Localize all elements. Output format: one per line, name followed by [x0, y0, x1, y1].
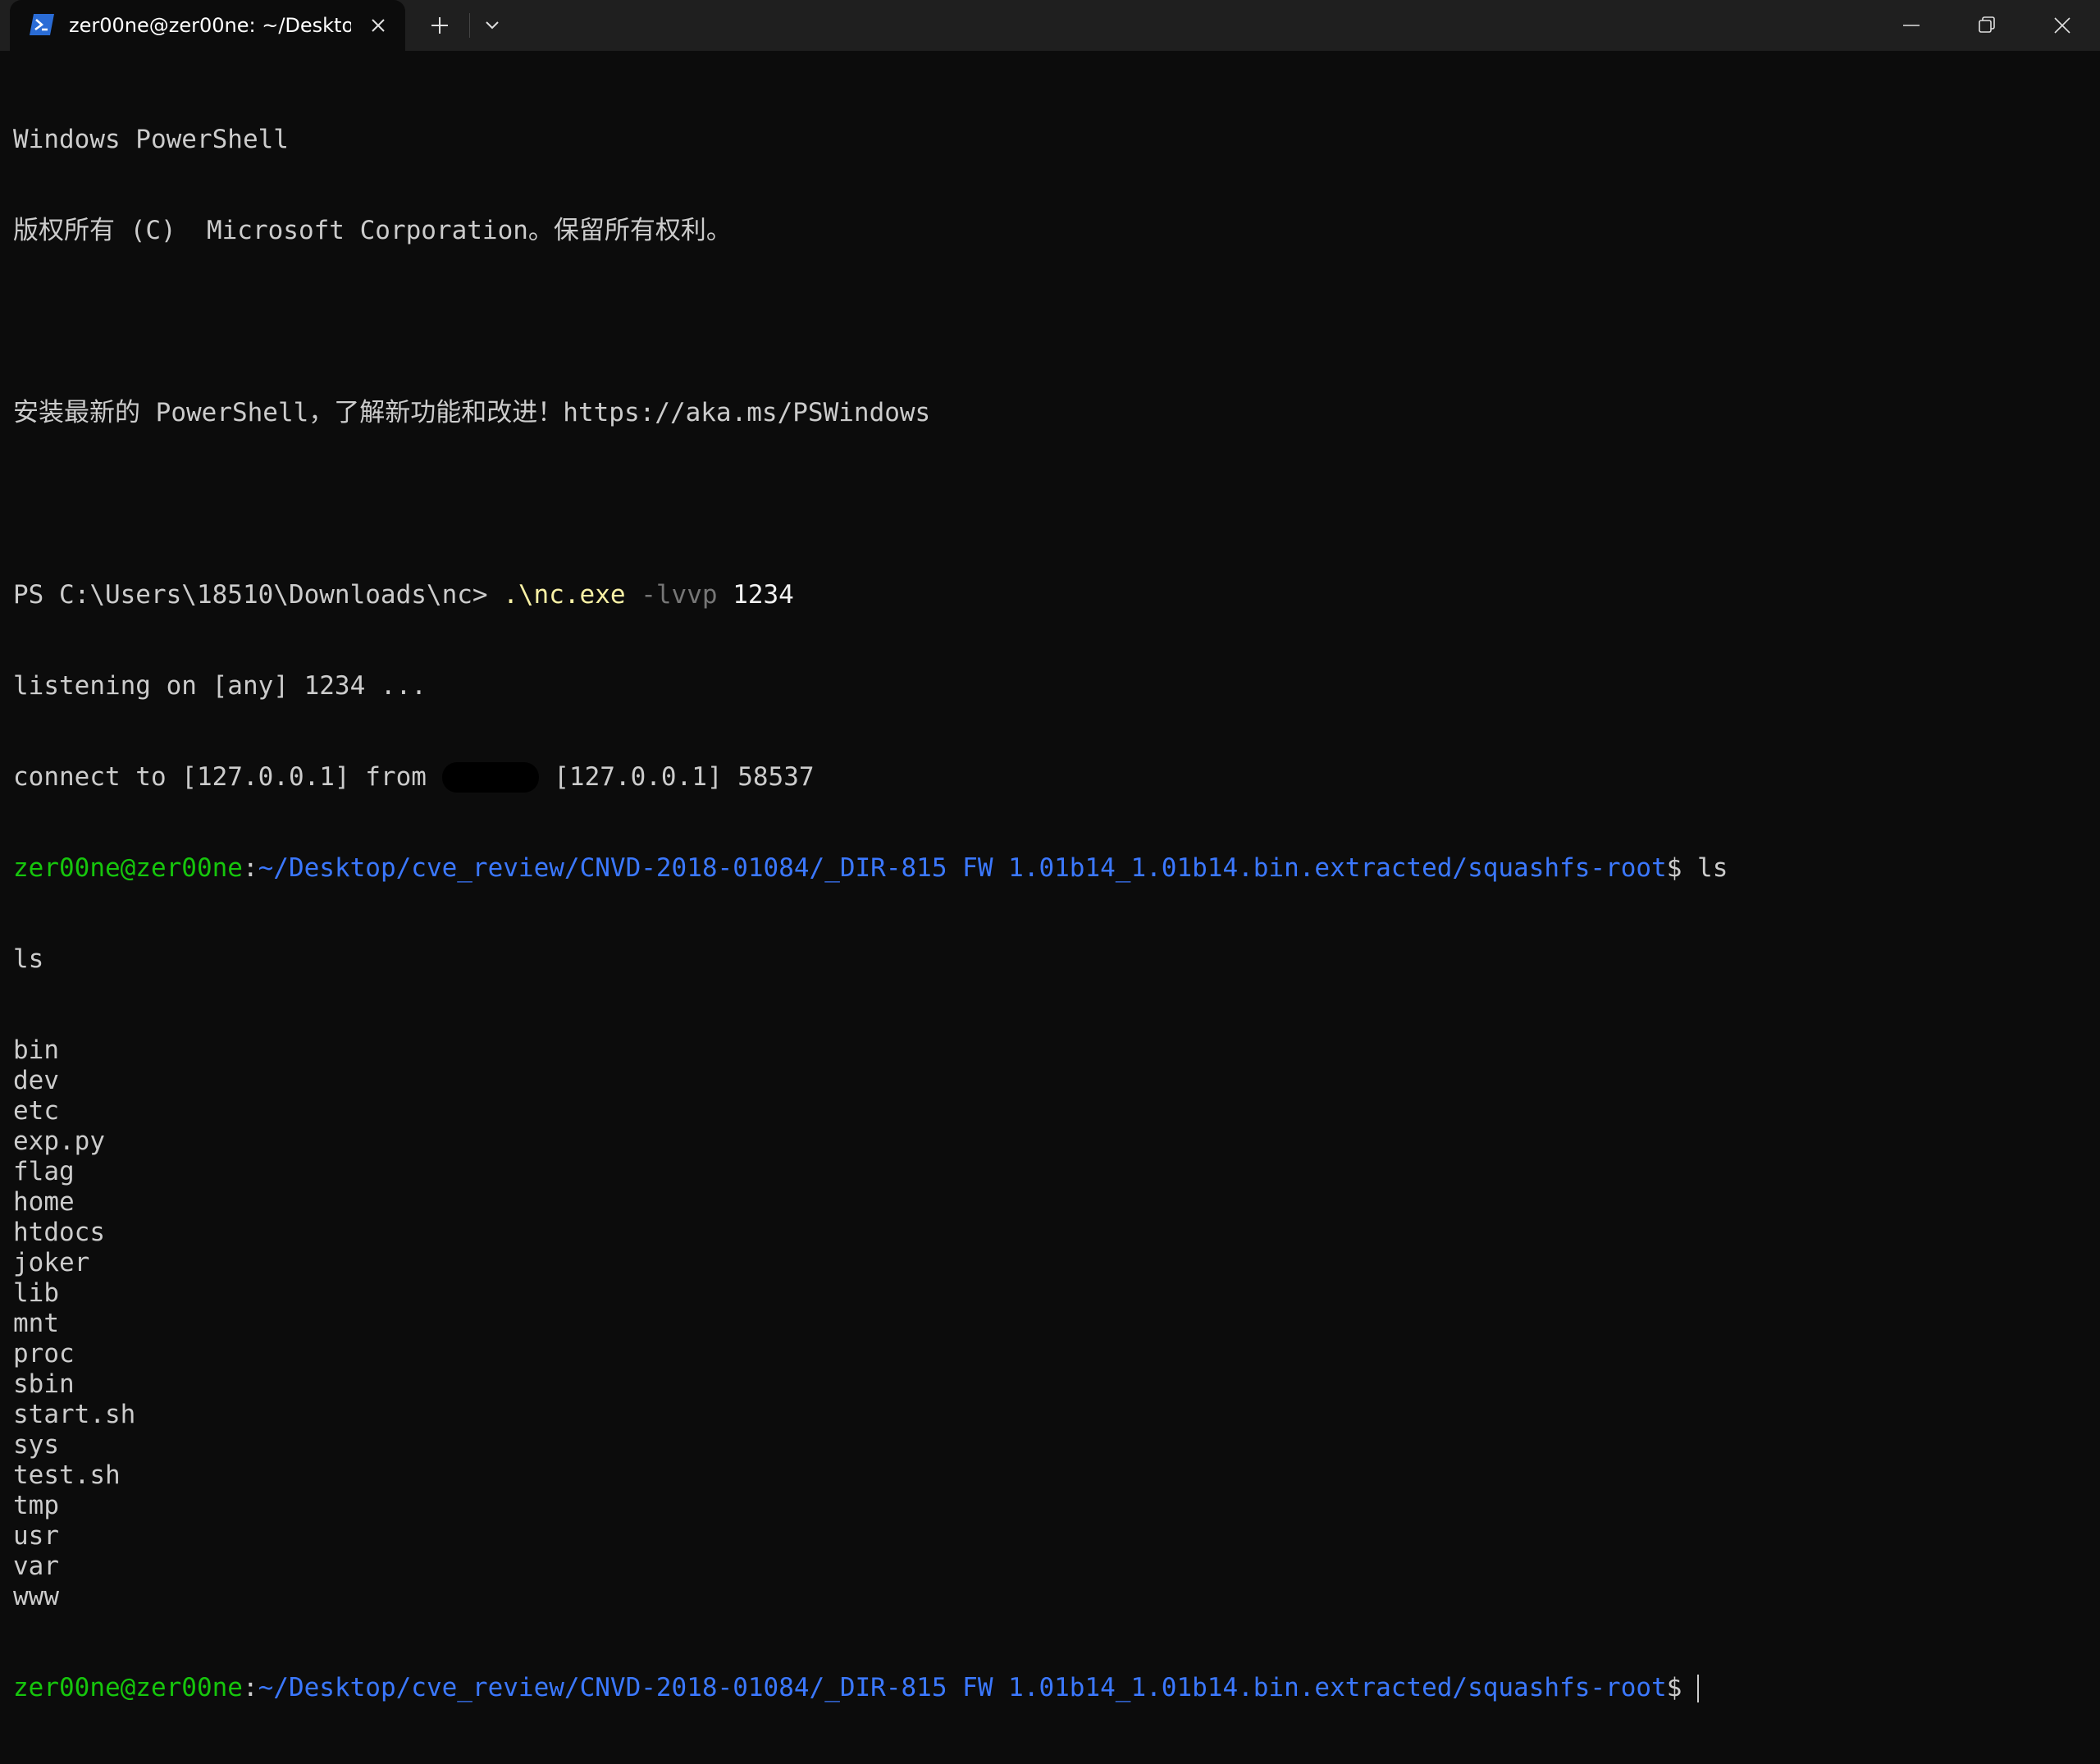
- listing-entry: etc: [13, 1096, 59, 1126]
- powershell-icon: [30, 14, 54, 35]
- prompt-path: ~/Desktop/cve_review/CNVD-2018-01084/_DI…: [258, 853, 1667, 883]
- shell-prompt-line[interactable]: zer00ne@zer00ne:~/Desktop/cve_review/CNV…: [13, 1673, 2089, 1703]
- ps-command-line: PS C:\Users\18510\Downloads\nc> .\nc.exe…: [13, 580, 2089, 610]
- prompt-colon: :: [242, 853, 258, 883]
- terminal-output: Windows PowerShell 版权所有 (C) Microsoft Co…: [13, 64, 2089, 1764]
- connect-prefix: connect to [127.0.0.1] from: [13, 762, 442, 792]
- listing-entry: dev: [13, 1066, 59, 1095]
- close-icon: [2054, 17, 2070, 34]
- ps-flag: -lvvp: [625, 580, 718, 610]
- listing-entry: bin: [13, 1035, 59, 1065]
- listing-entry: proc: [13, 1339, 75, 1369]
- listing-entry: exp.py: [13, 1126, 105, 1156]
- listing-entry: home: [13, 1187, 75, 1217]
- prompt-command: ls: [1697, 853, 1728, 883]
- tab-separator: [469, 13, 470, 38]
- listing-entry: joker: [13, 1248, 90, 1277]
- directory-listing: bin dev etc exp.py flag home htdocs joker lib mnt…: [13, 1035, 2089, 1612]
- banner-line: 版权所有 (C) Microsoft Corporation。保留所有权利。: [13, 216, 732, 245]
- tab-title: zer00ne@zer00ne: ~/Desktop,: [69, 14, 351, 37]
- shell-prompt-line: zer00ne@zer00ne:~/Desktop/cve_review/CNV…: [13, 853, 2089, 884]
- listing-entry: htdocs: [13, 1218, 105, 1247]
- terminal-tab[interactable]: zer00ne@zer00ne: ~/Desktop,: [10, 0, 405, 51]
- close-window-button[interactable]: [2025, 0, 2100, 51]
- ps-prompt: PS C:\Users\18510\Downloads\nc>: [13, 580, 504, 610]
- title-bar: zer00ne@zer00ne: ~/Desktop,: [0, 0, 2100, 51]
- minimize-button[interactable]: [1874, 0, 1949, 51]
- output-line: listening on [any] 1234 ...: [13, 671, 427, 701]
- listing-entry: tmp: [13, 1491, 59, 1520]
- ps-command: .\nc.exe: [503, 580, 626, 610]
- terminal-pane[interactable]: Windows PowerShell 版权所有 (C) Microsoft Co…: [0, 51, 2100, 1702]
- restore-icon: [1979, 16, 1995, 33]
- plus-icon[interactable]: [427, 12, 453, 39]
- listing-entry: flag: [13, 1157, 75, 1186]
- banner-line: Windows PowerShell: [13, 125, 289, 154]
- listing-entry: www: [13, 1582, 59, 1611]
- prompt-colon: :: [242, 1673, 258, 1702]
- connect-line: connect to [127.0.0.1] from [127.0.0.1] …: [13, 762, 2089, 793]
- listing-entry: test.sh: [13, 1460, 121, 1490]
- listing-entry: usr: [13, 1521, 59, 1551]
- text-cursor: [1697, 1675, 1700, 1702]
- prompt-dollar: $: [1666, 1673, 1698, 1702]
- listing-entry: lib: [13, 1278, 59, 1308]
- listing-entry: sbin: [13, 1369, 75, 1399]
- close-icon[interactable]: [368, 15, 389, 36]
- prompt-dollar: $: [1666, 853, 1698, 883]
- output-line: ls: [13, 944, 44, 974]
- connect-suffix: [127.0.0.1] 58537: [538, 762, 815, 792]
- listing-entry: sys: [13, 1430, 59, 1460]
- ps-argument: 1234: [717, 580, 794, 610]
- restore-button[interactable]: [1949, 0, 2025, 51]
- listing-entry: start.sh: [13, 1400, 136, 1429]
- listing-entry: var: [13, 1551, 59, 1581]
- listing-entry: mnt: [13, 1309, 59, 1338]
- prompt-user: zer00ne@zer00ne: [13, 1673, 243, 1702]
- banner-line: 安装最新的 PowerShell，了解新功能和改进！https://aka.ms…: [13, 398, 931, 427]
- prompt-path: ~/Desktop/cve_review/CNVD-2018-01084/_DI…: [258, 1673, 1667, 1702]
- redaction-mark: [441, 762, 539, 793]
- minimize-icon: [1903, 25, 1920, 26]
- chevron-down-icon[interactable]: [479, 12, 505, 39]
- prompt-user: zer00ne@zer00ne: [13, 853, 243, 883]
